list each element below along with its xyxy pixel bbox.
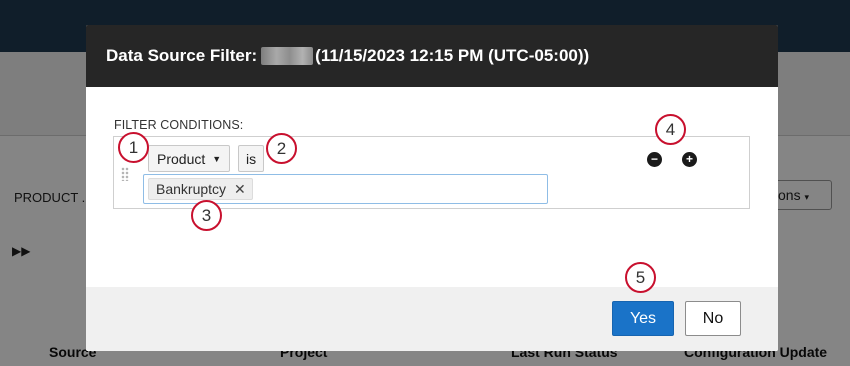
condition-operator-select[interactable]: is <box>238 145 265 172</box>
redacted-source-name <box>261 47 314 65</box>
close-icon[interactable]: ✕ <box>234 181 246 198</box>
condition-field-select[interactable]: Product ▼ <box>148 145 231 172</box>
condition-operator-value: is <box>246 150 257 167</box>
plus-circle-icon[interactable]: + <box>682 152 697 167</box>
data-source-filter-dialog: Data Source Filter: (11/15/2023 12:15 PM… <box>86 25 778 351</box>
condition-field-value: Product <box>157 150 206 167</box>
minus-circle-icon[interactable]: − <box>647 152 662 167</box>
filter-conditions-label: FILTER CONDITIONS: <box>114 118 244 132</box>
yes-button[interactable]: Yes <box>612 301 674 336</box>
callout-3: 3 <box>191 200 222 231</box>
callout-5: 5 <box>625 262 656 293</box>
filter-condition-row: Product ▼ is Bankruptcy ✕ − + <box>113 136 750 209</box>
callout-4: 4 <box>655 114 686 145</box>
callout-1: 1 <box>118 132 149 163</box>
dialog-footer: Yes No <box>86 287 778 351</box>
dialog-header: Data Source Filter: (11/15/2023 12:15 PM… <box>86 25 778 87</box>
dialog-title-prefix: Data Source Filter: <box>106 46 258 65</box>
callout-2: 2 <box>266 133 297 164</box>
caret-down-icon: ▼ <box>212 153 222 164</box>
dialog-title-timestamp: (11/15/2023 12:15 PM (UTC-05:00)) <box>315 46 590 65</box>
drag-handle-icon[interactable] <box>121 167 129 181</box>
value-chip: Bankruptcy ✕ <box>148 178 253 200</box>
value-chip-label: Bankruptcy <box>156 181 227 197</box>
no-button[interactable]: No <box>685 301 741 336</box>
